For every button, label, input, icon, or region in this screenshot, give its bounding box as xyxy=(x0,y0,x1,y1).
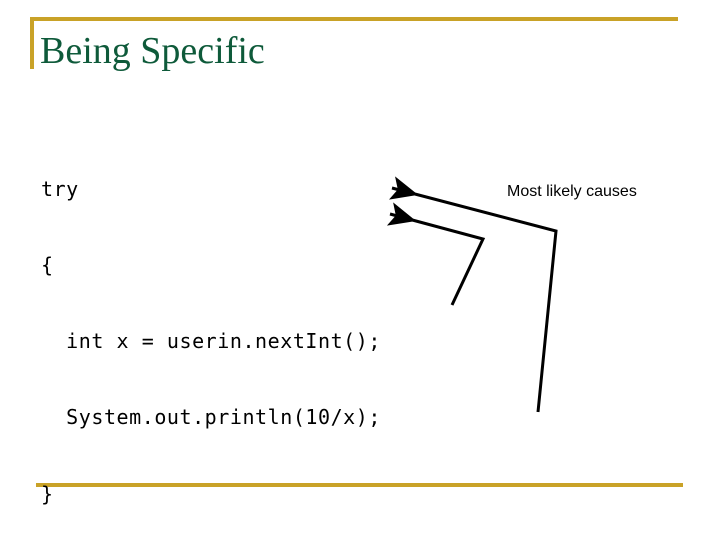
code-line: int x = userin.nextInt(); xyxy=(41,329,381,354)
code-block: try { int x = userin.nextInt(); System.o… xyxy=(41,126,545,540)
page-title: Being Specific xyxy=(40,30,265,72)
code-line: } xyxy=(41,481,54,506)
code-line: { xyxy=(41,253,54,278)
code-line: try xyxy=(41,176,79,201)
slide-canvas: Being Specific try { int x = userin.next… xyxy=(0,0,720,540)
code-line: System.out.println(10/x); xyxy=(41,405,381,430)
annotation-label: Most likely causes xyxy=(507,183,637,200)
accent-rule-top xyxy=(30,17,678,21)
accent-rule-left xyxy=(30,17,34,69)
